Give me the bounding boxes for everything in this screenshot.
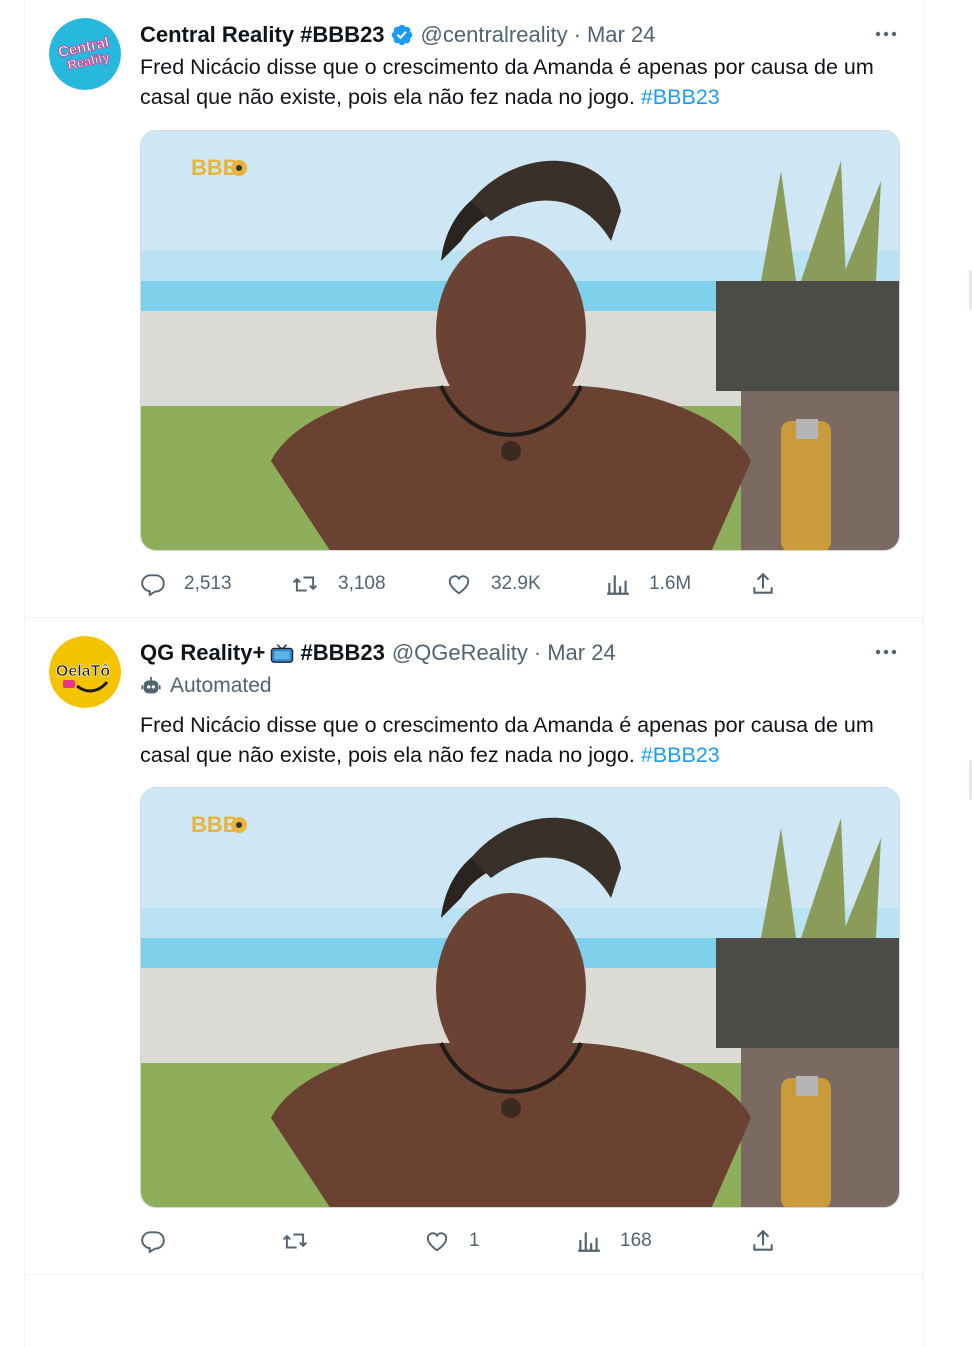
reply-count: 2,513 bbox=[184, 573, 232, 594]
reply-icon bbox=[141, 574, 165, 597]
like-button[interactable]: 1 bbox=[423, 1223, 480, 1259]
repost-button[interactable] bbox=[280, 1223, 328, 1259]
tweet-actions: 1 168 bbox=[140, 1223, 900, 1259]
views-button[interactable]: 168 bbox=[576, 1223, 652, 1259]
more-options-icon[interactable] bbox=[871, 22, 901, 46]
like-count: 1 bbox=[469, 1230, 480, 1251]
tweet-date[interactable]: Mar 24 bbox=[587, 22, 655, 48]
hashtag-link[interactable]: #BBB23 bbox=[641, 85, 720, 109]
tweet-media-image[interactable]: BBB bbox=[140, 787, 900, 1208]
repost-count: 3,108 bbox=[338, 573, 386, 594]
automated-label[interactable]: Automated bbox=[140, 674, 272, 698]
tweet-media-image[interactable]: BBB bbox=[140, 130, 900, 551]
share-button[interactable] bbox=[750, 566, 794, 602]
tweet-text: Fred Nicácio disse que o crescimento da … bbox=[140, 52, 910, 112]
tweet-header: Central Reality #BBB23 @centralreality ·… bbox=[140, 20, 655, 50]
share-icon bbox=[753, 1229, 773, 1251]
reply-button[interactable] bbox=[140, 1223, 184, 1259]
tweet-date[interactable]: Mar 24 bbox=[547, 640, 615, 666]
hashtag-link[interactable]: #BBB23 bbox=[641, 743, 720, 767]
tweet-text: Fred Nicácio disse que o crescimento da … bbox=[140, 710, 910, 770]
repost-button[interactable]: 3,108 bbox=[290, 566, 386, 602]
separator-dot: · bbox=[573, 22, 581, 47]
share-button[interactable] bbox=[750, 1223, 794, 1259]
tweet-header: QG Reality+ #BBB23 @QGeReality · Mar 24 bbox=[140, 638, 616, 668]
user-handle[interactable]: @centralreality bbox=[421, 22, 568, 48]
view-count: 168 bbox=[620, 1230, 652, 1251]
like-button[interactable]: 32.9K bbox=[445, 566, 541, 602]
avatar[interactable]: OelaTô bbox=[49, 636, 121, 708]
separator-dot: · bbox=[533, 640, 542, 665]
tweet-actions: 2,513 3,108 32.9K 1.6M bbox=[140, 566, 900, 602]
view-count: 1.6M bbox=[649, 573, 692, 594]
display-name-suffix[interactable]: #BBB23 bbox=[294, 640, 384, 666]
user-handle[interactable]: @QGeReality bbox=[392, 640, 528, 666]
analytics-icon bbox=[578, 1232, 600, 1252]
robot-icon bbox=[141, 676, 161, 694]
left-gutter bbox=[0, 0, 24, 1347]
tweet[interactable]: Central Reality Central Reality #BBB23 @… bbox=[25, 0, 923, 618]
analytics-icon bbox=[607, 575, 629, 595]
timeline-feed: Central Reality Central Reality #BBB23 @… bbox=[24, 0, 924, 1347]
reply-button[interactable]: 2,513 bbox=[140, 566, 232, 602]
verified-badge-icon[interactable] bbox=[390, 23, 414, 47]
more-options-icon[interactable] bbox=[871, 640, 901, 664]
repost-icon bbox=[292, 576, 318, 592]
heart-icon bbox=[426, 1232, 448, 1252]
tweet-body: Fred Nicácio disse que o crescimento da … bbox=[140, 713, 874, 767]
automated-text: Automated bbox=[170, 674, 272, 697]
heart-icon bbox=[448, 575, 470, 595]
like-count: 32.9K bbox=[491, 573, 541, 594]
share-icon bbox=[753, 572, 773, 594]
tweet-body: Fred Nicácio disse que o crescimento da … bbox=[140, 55, 874, 109]
repost-icon bbox=[282, 1233, 308, 1249]
avatar[interactable]: Central Reality bbox=[49, 18, 121, 90]
avatar-logo-text: OelaTô bbox=[56, 663, 110, 680]
display-name[interactable]: Central Reality #BBB23 bbox=[140, 22, 385, 48]
views-button[interactable]: 1.6M bbox=[605, 566, 691, 602]
tweet[interactable]: OelaTô QG Reality+ #BBB23 @QGeReality · … bbox=[25, 618, 923, 1275]
tv-icon bbox=[270, 641, 294, 665]
reply-icon bbox=[141, 1231, 165, 1254]
right-gutter bbox=[924, 0, 972, 1347]
display-name[interactable]: QG Reality+ bbox=[140, 640, 265, 666]
